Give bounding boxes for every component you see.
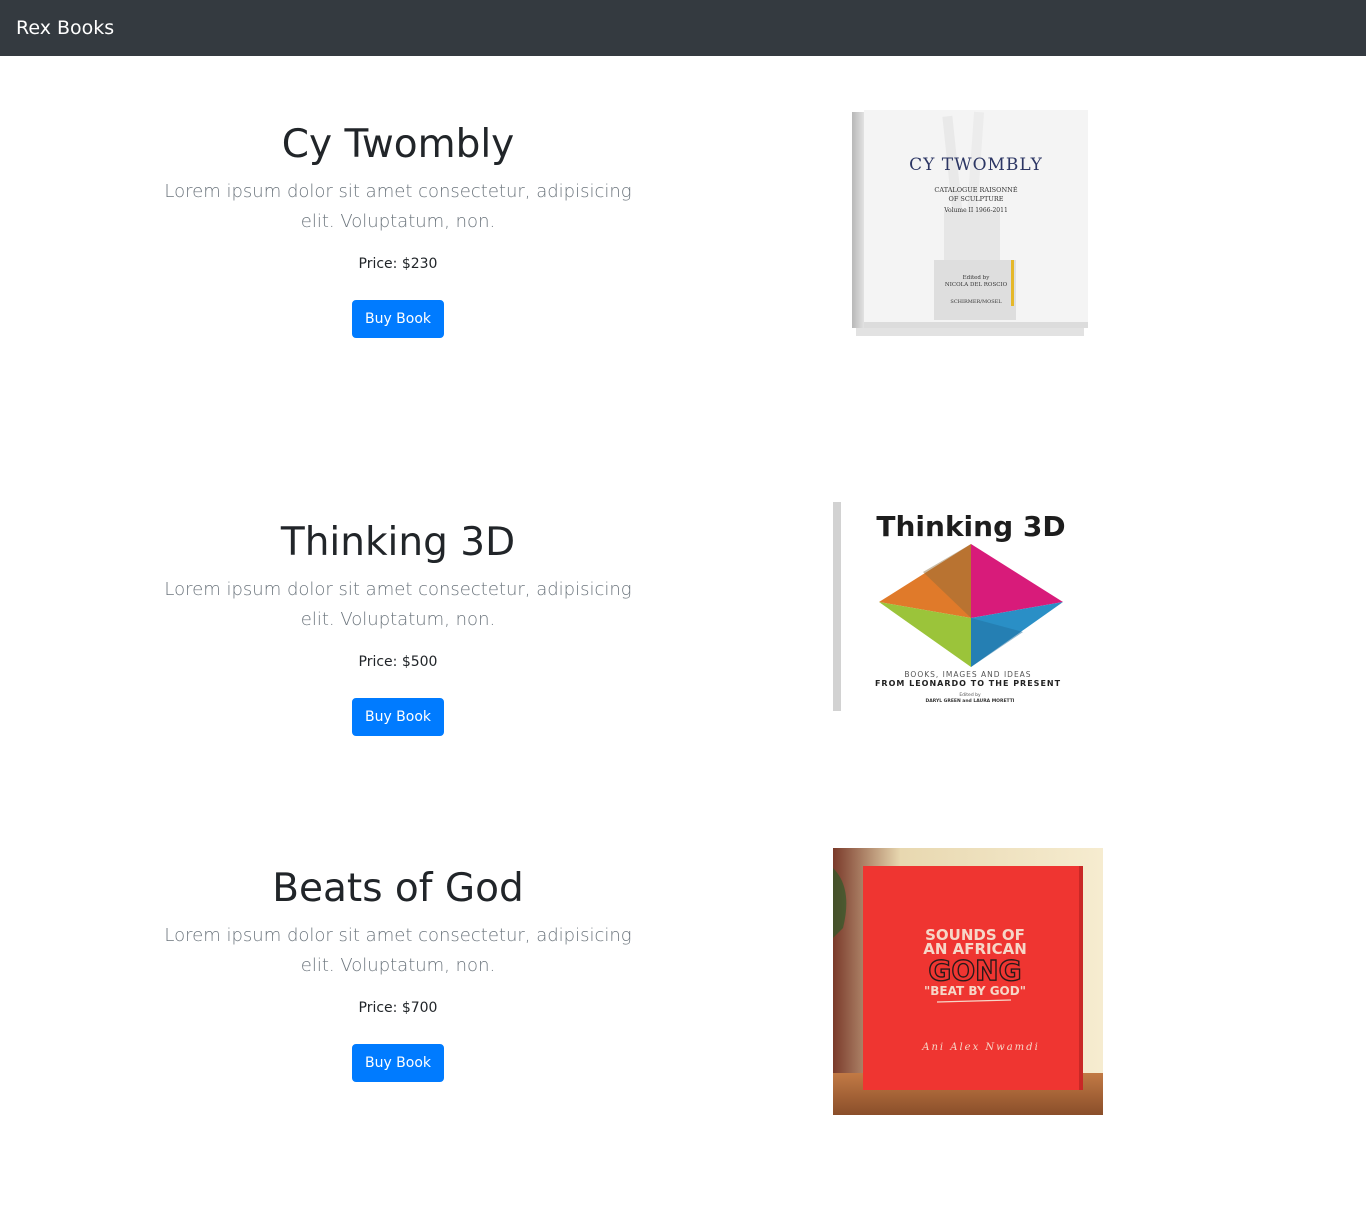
book-section-beats-of-god: Beats of God Lorem ipsum dolor sit amet … xyxy=(0,844,1366,1144)
book-description: Lorem ipsum dolor sit amet consectetur, … xyxy=(164,181,632,232)
book-info: Thinking 3D Lorem ipsum dolor sit amet c… xyxy=(150,498,646,748)
book-title: Beats of God xyxy=(272,866,524,911)
book-price: Price: $500 xyxy=(358,654,438,670)
cover-line4: "BEAT BY GOD" xyxy=(924,984,1026,998)
cover-line1: CATALOGUE RAISONNÉ xyxy=(934,185,1017,194)
book-info: Cy Twombly Lorem ipsum dolor sit amet co… xyxy=(150,100,646,350)
cover-editor: NICOLA DEL ROSCIO xyxy=(945,282,1008,288)
cover-line3: GONG xyxy=(928,954,1021,987)
cover-author: Ani Alex Nwamdi xyxy=(921,1042,1040,1053)
book-info: Beats of God Lorem ipsum dolor sit amet … xyxy=(150,844,646,1094)
book-cover-image: CY TWOMBLY CATALOGUE RAISONNÉ OF SCULPTU… xyxy=(848,110,1092,340)
cover-title: Thinking 3D xyxy=(876,510,1065,543)
cover-publisher: SCHIRMER/MOSEL xyxy=(950,299,1002,305)
book-price: Price: $230 xyxy=(358,256,438,272)
book-title: Cy Twombly xyxy=(281,122,515,167)
cover-subtitle2: FROM LEONARDO TO THE PRESENT xyxy=(875,679,1061,688)
buy-book-button[interactable]: Buy Book xyxy=(352,698,444,736)
cover-editors: DARYL GREEN and LAURA MORETTI xyxy=(926,698,1015,704)
cover-line2: OF SCULPTURE xyxy=(949,195,1004,203)
cover-editor-label: Edited by xyxy=(959,692,981,698)
cover-subtitle1: BOOKS, IMAGES AND IDEAS xyxy=(904,670,1031,679)
book-section-thinking-3d: Thinking 3D Lorem ipsum dolor sit amet c… xyxy=(0,498,1366,798)
cover-editor-label: Edited by xyxy=(963,275,991,281)
book-description: Lorem ipsum dolor sit amet consectetur, … xyxy=(164,925,632,976)
book-description: Lorem ipsum dolor sit amet consectetur, … xyxy=(164,579,632,630)
book-price: Price: $700 xyxy=(358,1000,438,1016)
book-section-cy-twombly: Cy Twombly Lorem ipsum dolor sit amet co… xyxy=(0,100,1366,400)
book-cover-image: Thinking 3D BOOKS, IMAGES AND IDEAS FROM… xyxy=(833,502,1103,711)
top-navbar: Rex Books xyxy=(0,0,1366,56)
buy-book-button[interactable]: Buy Book xyxy=(352,1044,444,1082)
book-cover-image: SOUNDS OF AN AFRICAN GONG "BEAT BY GOD" … xyxy=(833,848,1103,1115)
cover-line3: Volume II 1966-2011 xyxy=(943,207,1008,214)
book-title: Thinking 3D xyxy=(280,520,516,565)
brand-link[interactable]: Rex Books xyxy=(16,16,114,40)
cover-title: CY TWOMBLY xyxy=(909,155,1043,175)
buy-book-button[interactable]: Buy Book xyxy=(352,300,444,338)
